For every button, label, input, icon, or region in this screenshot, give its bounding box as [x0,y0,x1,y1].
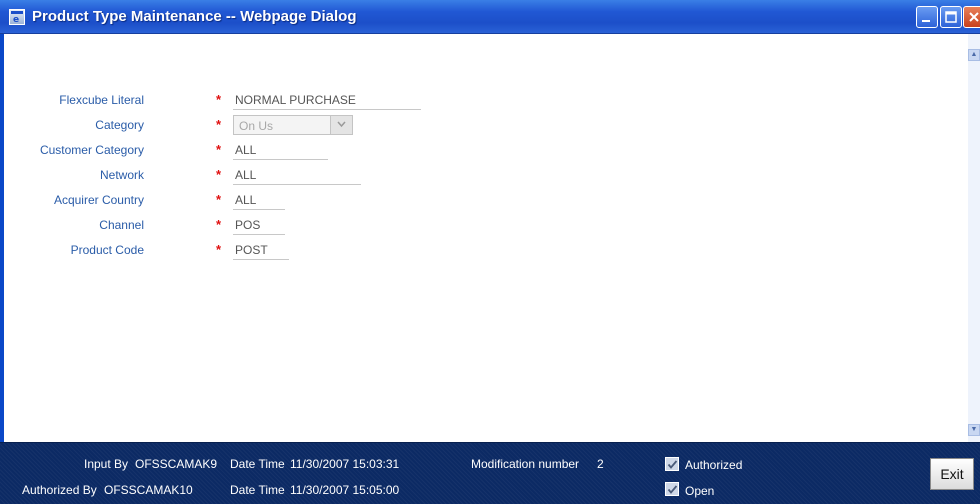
channel-field[interactable]: POS [233,215,285,235]
category-select[interactable]: On Us [233,115,353,135]
category-select-value: On Us [239,119,274,133]
acquirer-country-field[interactable]: ALL [233,190,285,210]
acquirer-country-label: Acquirer Country [53,193,144,207]
open-checkbox[interactable] [665,482,679,496]
authorized-datetime-label: Date Time [230,483,285,497]
input-datetime-value: 11/30/2007 15:03:31 [290,457,400,471]
maximize-icon [945,11,957,23]
form-row-network: Network * ALL [4,165,904,185]
close-button[interactable] [963,6,980,28]
chevron-down-icon [337,121,346,128]
input-datetime-label: Date Time [230,457,285,471]
required-marker: * [216,117,222,132]
required-marker: * [216,92,222,107]
required-marker: * [216,242,222,257]
category-dropdown-button[interactable] [330,116,352,134]
window-titlebar[interactable]: e Product Type Maintenance -- Webpage Di… [0,0,980,34]
network-label: Network [99,168,144,182]
checkmark-icon [667,485,678,494]
form-row-customer-category: Customer Category * ALL [4,140,904,160]
open-checkbox-label: Open [685,484,715,498]
window-title: Product Type Maintenance -- Webpage Dial… [32,8,357,25]
form-row-acquirer-country: Acquirer Country * ALL [4,190,904,210]
modification-number-label: Modification number [471,457,580,471]
authorized-checkbox-label: Authorized [685,458,743,472]
required-marker: * [216,167,222,182]
checkmark-icon [667,460,678,469]
input-by-value: OFSSCAMAK9 [135,457,218,471]
scroll-down-icon[interactable]: ▼ [968,424,980,436]
required-marker: * [216,192,222,207]
form-row-product-code: Product Code * POST [4,240,904,260]
required-marker: * [216,142,222,157]
network-field[interactable]: ALL [233,165,361,185]
form-row-flexcube-literal: Flexcube Literal * NORMAL PURCHASE [4,90,904,110]
scroll-up-icon[interactable]: ▲ [968,49,980,61]
input-by-label: Input By [84,457,129,471]
required-marker: * [216,217,222,232]
authorized-by-value: OFSSCAMAK10 [104,483,193,497]
minimize-icon [922,20,930,22]
maximize-button[interactable] [940,6,962,28]
customer-category-field[interactable]: ALL [233,140,328,160]
customer-category-label: Customer Category [39,143,144,157]
category-label: Category [95,118,144,132]
flexcube-literal-label: Flexcube Literal [59,93,144,107]
close-icon [969,12,979,22]
audit-footer: Input By OFSSCAMAK9 Authorized By OFSSCA… [0,442,980,504]
authorized-checkbox[interactable] [665,457,679,471]
form-row-channel: Channel * POS [4,215,904,235]
form-row-category: Category * On Us [4,115,904,135]
vertical-scrollbar[interactable]: ▲ ▼ [968,34,980,442]
channel-label: Channel [99,218,144,232]
minimize-button[interactable] [916,6,938,28]
svg-text:e: e [13,15,19,23]
authorized-by-label: Authorized By [22,483,97,497]
dialog-content: Flexcube Literal * NORMAL PURCHASE Categ… [0,34,980,442]
exit-button[interactable]: Exit [930,458,974,490]
authorized-datetime-value: 11/30/2007 15:05:00 [290,483,400,497]
product-code-label: Product Code [70,243,144,257]
modification-number-value: 2 [597,457,604,471]
ie-window-icon: e [9,9,25,25]
flexcube-literal-field[interactable]: NORMAL PURCHASE [233,90,421,110]
product-code-field[interactable]: POST [233,240,289,260]
